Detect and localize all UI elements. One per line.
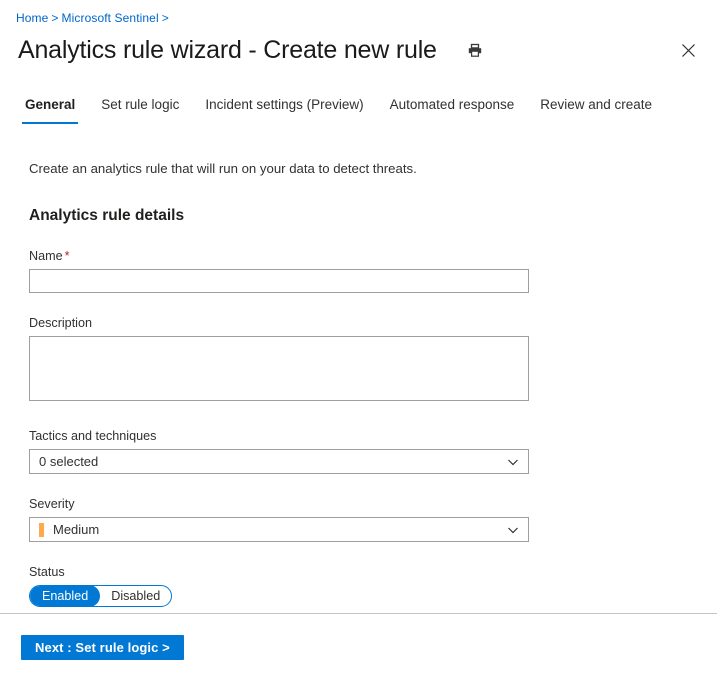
page-title: Analytics rule wizard - Create new rule: [18, 36, 437, 64]
chevron-down-icon: [506, 523, 520, 537]
tab-automated-response[interactable]: Automated response: [377, 96, 528, 124]
footer-divider: [0, 613, 717, 614]
name-required-asterisk: *: [64, 249, 70, 263]
print-icon: [467, 43, 483, 62]
breadcrumb: Home > Microsoft Sentinel >: [16, 11, 172, 25]
tab-automated-response-label: Automated response: [389, 97, 515, 112]
field-tactics-and-techniques: Tactics and techniques 0 selected: [29, 428, 589, 474]
breadcrumb-item-home[interactable]: Home: [16, 11, 48, 25]
wizard-footer: Next : Set rule logic >: [21, 635, 184, 660]
next-set-rule-logic-button[interactable]: Next : Set rule logic >: [21, 635, 184, 660]
name-label: Name *: [29, 248, 589, 264]
close-button[interactable]: [675, 39, 701, 65]
breadcrumb-item-microsoft-sentinel[interactable]: Microsoft Sentinel: [62, 11, 159, 25]
name-input[interactable]: [29, 269, 529, 293]
tab-incident-settings[interactable]: Incident settings (Preview): [192, 96, 376, 124]
close-icon: [681, 43, 696, 61]
tactics-label: Tactics and techniques: [29, 429, 157, 443]
section-title-analytics-rule-details: Analytics rule details: [29, 207, 185, 224]
tab-review-and-create[interactable]: Review and create: [527, 96, 665, 124]
severity-color-indicator: [39, 522, 44, 537]
breadcrumb-separator-trailing: >: [161, 11, 169, 25]
general-tab-panel: Create an analytics rule that will run o…: [29, 160, 589, 607]
field-severity: Severity Medium: [29, 496, 589, 542]
field-status: Status Enabled Disabled: [29, 564, 589, 607]
tactics-selected-value: 0 selected: [39, 453, 99, 469]
status-option-disabled[interactable]: Disabled: [100, 586, 171, 606]
severity-dropdown[interactable]: Medium: [29, 517, 529, 542]
status-option-disabled-label: Disabled: [111, 589, 161, 603]
status-label: Status: [29, 565, 65, 579]
tab-set-rule-logic-label: Set rule logic: [101, 97, 180, 112]
field-name: Name *: [29, 248, 589, 293]
tab-general-label: General: [25, 97, 76, 112]
wizard-tablist: General Set rule logic Incident settings…: [12, 96, 717, 128]
title-row: Analytics rule wizard - Create new rule: [18, 33, 701, 71]
tactics-dropdown[interactable]: 0 selected: [29, 449, 529, 474]
status-option-enabled-label: Enabled: [42, 589, 89, 603]
tab-general[interactable]: General: [12, 96, 88, 124]
chevron-down-icon: [506, 455, 520, 469]
tab-set-rule-logic[interactable]: Set rule logic: [88, 96, 192, 124]
status-toggle[interactable]: Enabled Disabled: [29, 585, 173, 607]
tab-review-and-create-label: Review and create: [540, 97, 653, 112]
description-textarea[interactable]: [29, 336, 529, 401]
severity-selected-value: Medium: [53, 521, 100, 537]
print-icon-button[interactable]: [461, 39, 489, 65]
intro-text: Create an analytics rule that will run o…: [29, 161, 417, 176]
status-option-enabled[interactable]: Enabled: [30, 586, 101, 606]
description-label: Description: [29, 316, 92, 330]
breadcrumb-separator: >: [51, 11, 59, 25]
field-description: Description: [29, 315, 589, 406]
tab-incident-settings-label: Incident settings (Preview): [205, 97, 364, 112]
severity-label: Severity: [29, 497, 75, 511]
name-label-text: Name: [29, 249, 63, 263]
